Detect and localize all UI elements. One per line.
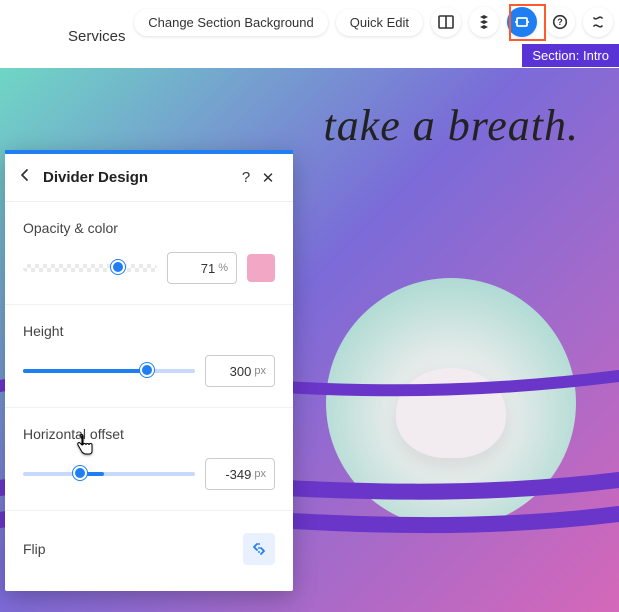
- nav-services[interactable]: Services: [68, 28, 126, 45]
- height-value: 300: [230, 364, 252, 379]
- quick-edit-button[interactable]: Quick Edit: [336, 9, 423, 36]
- opacity-value: 71: [201, 261, 215, 276]
- svg-text:?: ?: [557, 17, 563, 27]
- flip-button[interactable]: [243, 533, 275, 565]
- panel-title: Divider Design: [43, 169, 235, 186]
- height-input[interactable]: 300 px: [205, 355, 275, 387]
- opacity-label: Opacity & color: [23, 220, 275, 236]
- height-unit: px: [254, 365, 266, 377]
- hoffset-input[interactable]: -349 px: [205, 458, 275, 490]
- section-tag: Section: Intro: [522, 44, 619, 67]
- hoffset-row: Horizontal offset -349 px: [5, 408, 293, 511]
- height-slider[interactable]: [23, 361, 195, 381]
- change-section-background-button[interactable]: Change Section Background: [134, 9, 328, 36]
- opacity-row: Opacity & color 71 %: [5, 202, 293, 305]
- hoffset-unit: px: [254, 468, 266, 480]
- more-icon[interactable]: [583, 7, 613, 37]
- hoffset-value: -349: [225, 467, 251, 482]
- layers-icon[interactable]: [469, 7, 499, 37]
- flip-row: Flip: [5, 511, 293, 591]
- opacity-slider[interactable]: [23, 258, 157, 278]
- panel-layout-icon[interactable]: [431, 7, 461, 37]
- flip-label: Flip: [23, 541, 46, 557]
- hoffset-label: Horizontal offset: [23, 426, 275, 442]
- height-row: Height 300 px: [5, 305, 293, 408]
- opacity-unit: %: [218, 262, 228, 274]
- height-label: Height: [23, 323, 275, 339]
- divider-design-panel: Divider Design ? ✕ Opacity & color 71 % …: [5, 150, 293, 591]
- back-icon[interactable]: [13, 168, 37, 187]
- hoffset-slider[interactable]: [23, 464, 195, 484]
- hero-heading: take a breath.: [0, 100, 579, 151]
- stretch-icon[interactable]: [507, 7, 537, 37]
- help-icon[interactable]: ?: [545, 7, 575, 37]
- opacity-input[interactable]: 71 %: [167, 252, 237, 284]
- close-icon[interactable]: ✕: [257, 169, 279, 187]
- panel-header: Divider Design ? ✕: [5, 154, 293, 202]
- panel-help-icon[interactable]: ?: [235, 169, 257, 186]
- editor-toolbar: Change Section Background Quick Edit ?: [134, 7, 613, 37]
- color-swatch[interactable]: [247, 254, 275, 282]
